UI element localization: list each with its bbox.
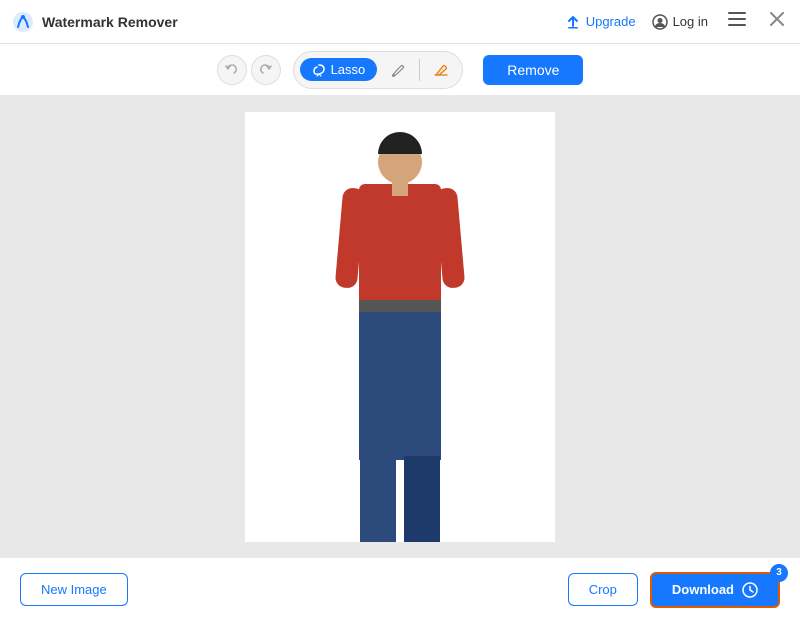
brush-icon xyxy=(390,62,406,78)
remove-label: Remove xyxy=(507,62,559,78)
titlebar-right: Upgrade Log in xyxy=(565,10,788,33)
close-button[interactable] xyxy=(766,10,788,33)
redo-button[interactable] xyxy=(251,55,281,85)
user-icon xyxy=(652,14,668,30)
clock-icon xyxy=(742,582,758,598)
upgrade-label: Upgrade xyxy=(586,14,636,29)
brush-tool-button[interactable] xyxy=(383,55,413,85)
eraser-tool-button[interactable] xyxy=(426,55,456,85)
toolbar: Lasso Remove xyxy=(0,44,800,96)
login-button[interactable]: Log in xyxy=(652,14,708,30)
crop-button[interactable]: Crop xyxy=(568,573,638,606)
bottom-bar: New Image Crop 3 Download xyxy=(0,557,800,621)
lasso-tool-button[interactable]: Lasso xyxy=(300,58,378,81)
hamburger-icon xyxy=(728,12,746,26)
download-label: Download xyxy=(672,582,734,597)
remove-button[interactable]: Remove xyxy=(483,55,583,85)
undo-button[interactable] xyxy=(217,55,247,85)
titlebar-left: Watermark Remover xyxy=(12,11,178,33)
image-frame xyxy=(245,112,555,542)
new-image-label: New Image xyxy=(41,582,107,597)
tool-group: Lasso xyxy=(293,51,464,89)
lasso-label: Lasso xyxy=(331,62,366,77)
upgrade-icon xyxy=(565,14,581,30)
app-title: Watermark Remover xyxy=(42,14,178,30)
crop-label: Crop xyxy=(589,582,617,597)
lasso-icon xyxy=(312,63,326,77)
undo-icon xyxy=(225,63,238,76)
tool-divider xyxy=(419,59,420,81)
login-label: Log in xyxy=(673,14,708,29)
app-logo-icon xyxy=(12,11,34,33)
download-badge: 3 xyxy=(770,564,788,582)
canvas-area xyxy=(0,96,800,557)
upgrade-button[interactable]: Upgrade xyxy=(565,14,636,30)
download-wrapper: 3 Download xyxy=(650,572,780,608)
download-button[interactable]: Download xyxy=(650,572,780,608)
redo-icon xyxy=(259,63,272,76)
new-image-button[interactable]: New Image xyxy=(20,573,128,606)
eraser-icon xyxy=(433,62,449,78)
person-image xyxy=(335,132,465,522)
titlebar: Watermark Remover Upgrade Log in xyxy=(0,0,800,44)
bottom-right-buttons: Crop 3 Download xyxy=(568,572,780,608)
menu-icon[interactable] xyxy=(724,10,750,33)
nav-buttons xyxy=(217,55,281,85)
close-icon xyxy=(770,12,784,26)
